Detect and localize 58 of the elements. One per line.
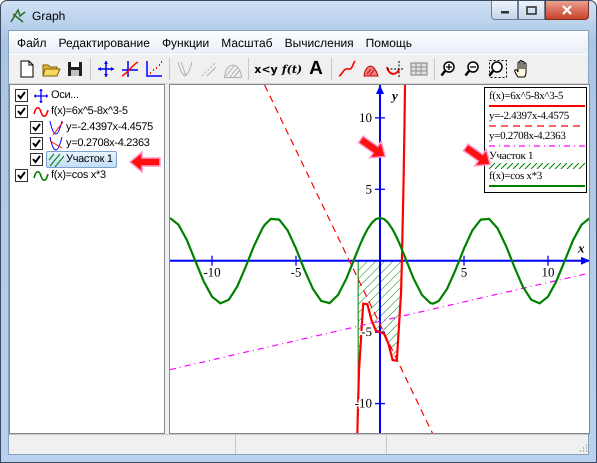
tree-item[interactable]: Участок 1	[46, 150, 117, 168]
close-icon	[561, 5, 573, 15]
toolbar-button[interactable]	[384, 58, 406, 80]
save-icon	[65, 59, 85, 79]
zoom-box-icon	[488, 59, 508, 79]
normal-icon	[48, 136, 64, 150]
menu-item[interactable]: Помощь	[360, 34, 418, 52]
tree-item[interactable]: f(x)=6x^5-8x^3-5	[31, 102, 132, 120]
menu-item[interactable]: Вычисления	[278, 34, 360, 52]
toolbar-button[interactable]: x<y	[253, 58, 279, 80]
legend-label: y=-2.4397x-4.4575	[489, 110, 570, 123]
toolbar-button[interactable]	[119, 58, 141, 80]
toolbar-button[interactable]: A	[305, 58, 327, 80]
axes-icon	[33, 88, 49, 102]
shade-icon	[48, 152, 64, 166]
checkbox[interactable]	[30, 136, 43, 150]
axis-label: y	[392, 88, 398, 103]
axes-icon	[96, 59, 116, 79]
close-button[interactable]	[545, 1, 589, 20]
function-icon	[120, 59, 140, 79]
tick-label: 10	[359, 110, 372, 125]
legend-label: f(x)=6x^5-8x^3-5	[489, 90, 564, 103]
point-series-icon	[144, 59, 164, 79]
tree-item[interactable]: f(x)=cos x*3	[31, 166, 110, 184]
legend-label: y=0.2708x-4.2363	[489, 130, 567, 143]
tangent-icon	[48, 120, 64, 134]
intersection-icon	[385, 59, 405, 79]
tree-item[interactable]: y=0.2708x-4.2363	[46, 134, 154, 152]
tree-item[interactable]: Оси...	[31, 86, 83, 104]
checkbox[interactable]	[15, 104, 28, 118]
curve-icon	[337, 59, 357, 79]
legend-label: f(x)=cos x*3	[489, 170, 544, 183]
menu-item[interactable]: Файл	[11, 34, 53, 52]
menu-item[interactable]: Функции	[156, 34, 216, 52]
checkbox[interactable]	[30, 120, 43, 134]
tangent-icon	[175, 59, 195, 79]
maximize-button[interactable]	[518, 1, 545, 20]
menu-item[interactable]: Редактирование	[52, 34, 156, 52]
checkbox[interactable]	[15, 168, 28, 182]
menu-item[interactable]: Масштаб	[215, 34, 279, 52]
legend-label: Участок 1	[489, 150, 534, 163]
tree-item[interactable]: y=-2.4397x-4.4575	[46, 118, 157, 136]
toolbar-button[interactable]: f(t)	[281, 58, 303, 80]
maximize-icon	[526, 6, 537, 14]
minimize-button[interactable]	[491, 1, 518, 20]
window-title: Graph	[32, 8, 66, 22]
app-icon	[10, 8, 26, 24]
tick-label: 5	[460, 264, 468, 280]
checkbox[interactable]	[30, 152, 43, 166]
tick-label: -10	[203, 264, 221, 280]
toolbar-button[interactable]	[95, 58, 117, 80]
toolbar-button[interactable]	[487, 58, 509, 80]
tick-label: 5	[366, 181, 372, 196]
tick-label: 10	[542, 264, 554, 280]
checkbox[interactable]	[15, 88, 28, 102]
axis-label: x	[578, 240, 584, 256]
tick-label: -5	[290, 264, 302, 280]
pointer-arrow-icon	[128, 149, 162, 175]
